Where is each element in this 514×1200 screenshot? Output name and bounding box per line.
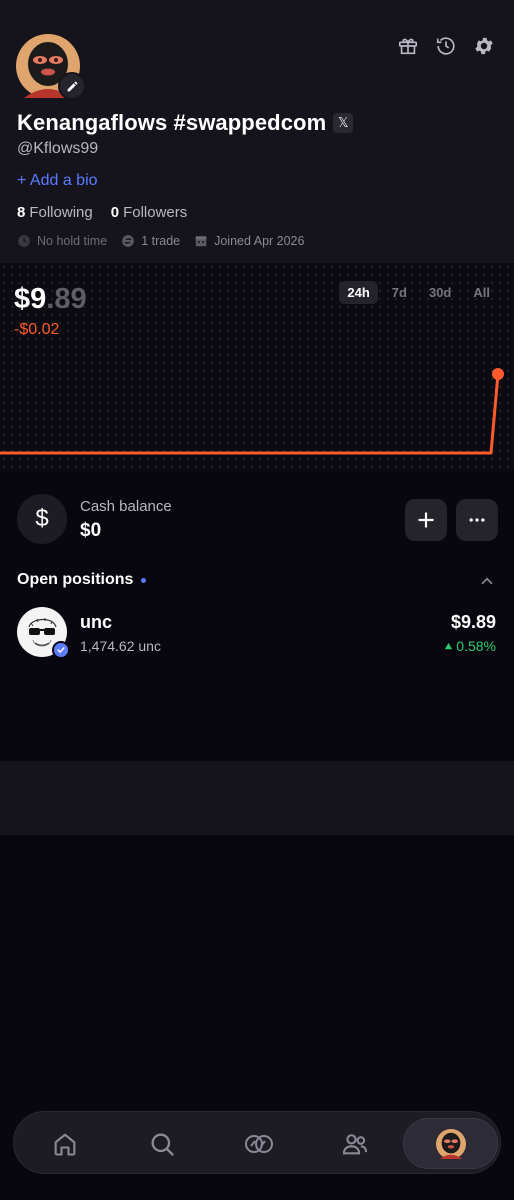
search-icon (151, 1133, 174, 1156)
home-icon (54, 1133, 75, 1156)
calendar-icon (195, 236, 207, 247)
clock-icon (18, 235, 30, 247)
history-icon[interactable] (434, 34, 458, 58)
open-positions-title: Open positions (17, 571, 134, 588)
x-badge-icon[interactable]: 𝕏 (333, 113, 354, 133)
trade-icon (244, 1134, 273, 1153)
portfolio-line-chart (0, 368, 504, 455)
section-separator (0, 761, 514, 835)
verified-icon (52, 641, 70, 659)
profile-avatar-icon (435, 1128, 466, 1159)
position-amount: 1,474.62 unc (80, 638, 161, 654)
position-value: $9.89 (450, 612, 496, 632)
series-endpoint (492, 368, 504, 380)
bottom-nav (13, 1111, 501, 1174)
followers-label: Followers (123, 204, 188, 221)
nav-search[interactable] (114, 1118, 209, 1169)
joined-item: Joined Apr 2026 (194, 234, 304, 248)
followers-count: 0 (110, 204, 120, 221)
following-link[interactable]: 8 Following (17, 204, 93, 221)
display-name: Kenangaflows #swappedcom 𝕏 (17, 110, 354, 136)
friends-icon (342, 1133, 367, 1154)
cash-balance-value: $0 (80, 520, 102, 541)
triangle-up-icon (445, 642, 453, 649)
nav-home[interactable] (17, 1118, 112, 1169)
swap-icon (122, 235, 135, 247)
add-cash-button[interactable] (405, 499, 447, 541)
indicator-dot (141, 577, 147, 583)
header-actions (396, 34, 496, 58)
nav-trade[interactable] (211, 1118, 306, 1169)
nav-friends[interactable] (307, 1118, 402, 1169)
edit-avatar-button[interactable] (58, 72, 86, 100)
more-options-button[interactable] (456, 499, 498, 541)
profile-avatar[interactable] (16, 34, 86, 100)
more-icon (469, 518, 485, 522)
hold-time-text: No hold time (37, 234, 108, 248)
add-bio-link[interactable]: + Add a bio (17, 172, 98, 190)
gift-icon[interactable] (396, 34, 420, 58)
nav-profile[interactable] (403, 1118, 498, 1169)
series-line (0, 373, 500, 455)
following-count: 8 (17, 204, 26, 221)
open-positions-header: Open positions (17, 571, 147, 589)
hold-time-item: No hold time (17, 234, 107, 248)
gear-icon[interactable] (472, 34, 496, 58)
user-handle: @Kflows99 (17, 140, 99, 157)
followers-link[interactable]: 0 Followers (111, 204, 188, 221)
position-avatar[interactable] (17, 607, 70, 659)
display-name-text: Kenangaflows #swappedcom (17, 110, 327, 135)
position-change: 0.58% (444, 638, 496, 654)
following-label: Following (29, 204, 93, 221)
chevron-up-icon[interactable] (478, 572, 496, 590)
follow-stats: 8 Following 0 Followers (17, 204, 187, 221)
joined-text: Joined Apr 2026 (214, 234, 305, 248)
trades-text: 1 trade (141, 234, 181, 248)
position-name[interactable]: unc (80, 612, 112, 633)
position-change-text: 0.58% (456, 638, 496, 654)
cash-balance-label: Cash balance (80, 498, 172, 515)
plus-icon (418, 512, 434, 528)
cash-icon: $ (17, 494, 67, 544)
trades-item: 1 trade (121, 234, 180, 248)
profile-meta: No hold time 1 trade Joined Apr 2026 (17, 234, 304, 248)
pencil-icon (67, 81, 77, 91)
